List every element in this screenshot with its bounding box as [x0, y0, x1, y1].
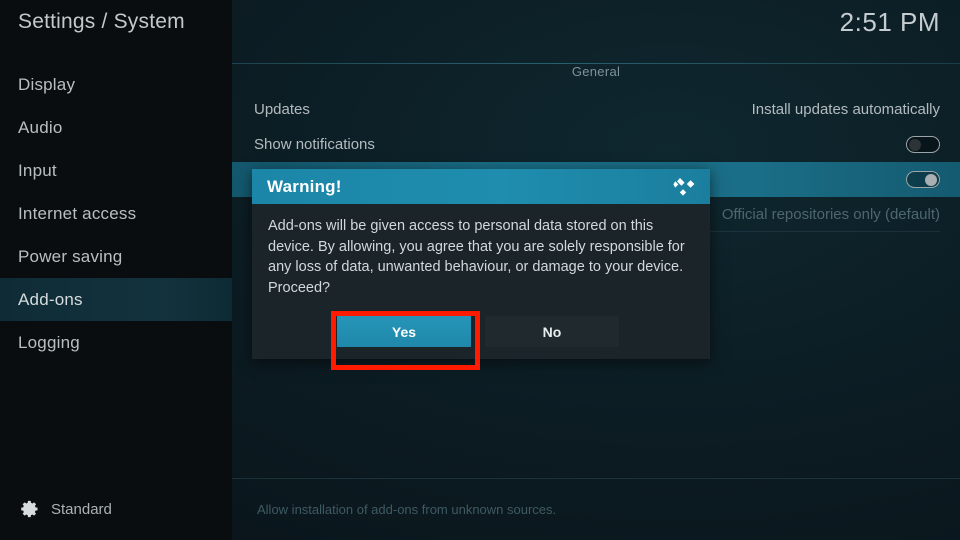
sidebar-item-input[interactable]: Input [0, 149, 232, 192]
row-label: Updates [254, 101, 310, 118]
dialog-titlebar: Warning! [252, 169, 710, 204]
profile-level-label: Standard [51, 500, 112, 518]
sidebar-item-label: Audio [18, 117, 63, 137]
kodi-logo-icon [673, 177, 695, 196]
sidebar-item-power-saving[interactable]: Power saving [0, 235, 232, 278]
settings-row-show-notifications[interactable]: Show notifications [232, 127, 960, 162]
sidebar-nav: Display Audio Input Internet access Powe… [0, 63, 232, 364]
dialog-message: Add-ons will be given access to personal… [268, 218, 685, 296]
row-value: Official repositories only (default) [721, 206, 940, 223]
toggle-knob [909, 139, 921, 151]
dialog-title: Warning! [267, 176, 342, 196]
profile-level-bar[interactable]: Standard [0, 478, 232, 540]
section-title: General [571, 64, 621, 79]
sidebar-item-internet-access[interactable]: Internet access [0, 192, 232, 235]
sidebar-panel: Settings / System Display Audio Input In… [0, 0, 232, 540]
show-notifications-toggle[interactable] [906, 136, 940, 153]
settings-row-updates[interactable]: Updates Install updates automatically [232, 92, 960, 127]
row-label: Show notifications [254, 136, 375, 153]
sidebar-item-label: Power saving [18, 246, 123, 266]
settings-hint-bar: Allow installation of add-ons from unkno… [232, 478, 960, 540]
gear-icon [21, 500, 38, 518]
warning-dialog: Warning! Add-ons will be given access to… [252, 169, 710, 359]
page-title: Settings / System [18, 10, 185, 33]
toggle-knob [925, 174, 937, 186]
row-value: Install updates automatically [751, 101, 940, 118]
sidebar-item-label: Add-ons [18, 289, 83, 309]
no-button[interactable]: No [485, 316, 619, 347]
sidebar-item-label: Logging [18, 332, 80, 352]
sidebar-item-display[interactable]: Display [0, 63, 232, 106]
sidebar-item-label: Display [18, 74, 76, 94]
sidebar-item-label: Input [18, 160, 57, 180]
sidebar-item-logging[interactable]: Logging [0, 321, 232, 364]
sidebar-item-audio[interactable]: Audio [0, 106, 232, 149]
yes-button[interactable]: Yes [337, 316, 471, 347]
sidebar-item-add-ons[interactable]: Add-ons [0, 278, 232, 321]
sidebar-item-label: Internet access [18, 203, 137, 223]
hint-text: Allow installation of add-ons from unkno… [257, 502, 557, 517]
kodi-settings-screen: 2:51 PM General Updates Install updates … [0, 0, 960, 540]
dialog-button-row: Yes No [252, 316, 710, 347]
unknown-sources-toggle[interactable] [906, 171, 940, 188]
clock: 2:51 PM [839, 7, 940, 37]
